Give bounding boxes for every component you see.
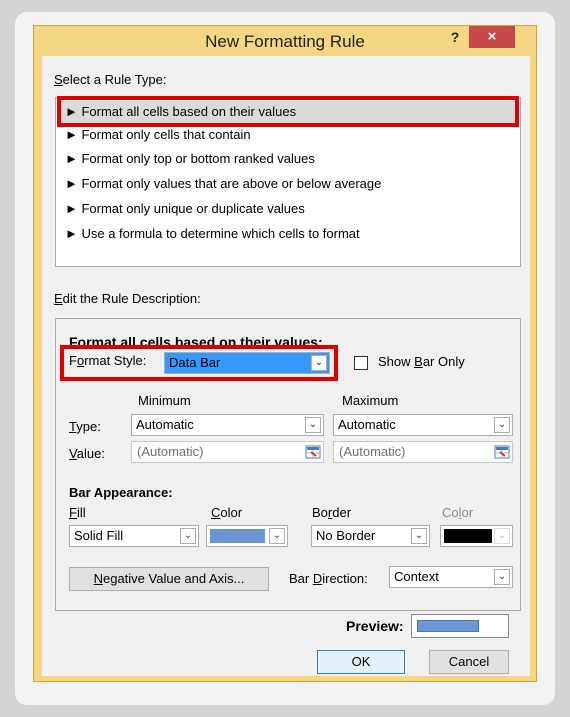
cancel-button[interactable]: Cancel [429,650,509,674]
chevron-down-icon[interactable]: ⌄ [269,528,285,544]
edit-rule-description-label-text: dit the Rule Description: [62,291,201,306]
value-label: Value: [69,446,105,461]
maximum-header: Maximum [342,393,399,408]
preview-box [411,614,509,638]
fill-color-picker[interactable]: ⌄ [206,525,288,547]
fill-label: Fill [69,505,86,520]
fill-type-value: Solid Fill [74,528,124,543]
maximum-type-value: Automatic [338,417,396,432]
chevron-down-icon[interactable]: ⌄ [411,528,427,544]
border-type-value: No Border [316,528,376,543]
rule-type-item[interactable]: ► Use a formula to determine which cells… [61,223,515,245]
edit-rule-description-label: Edit the Rule Description: [54,291,201,306]
fill-type-dropdown[interactable]: Solid Fill ⌄ [69,525,199,547]
type-label: Type: [69,419,101,434]
rule-type-item[interactable]: ► Format only cells that contain [61,124,515,146]
edit-rule-description-label-mnemonic: E [54,291,63,306]
bar-direction-dropdown[interactable]: Context ⌄ [389,566,513,588]
border-color-picker[interactable]: ⌄ [440,525,513,547]
dialog-content: Select a Rule Type: ► Format all cells b… [42,56,530,676]
chevron-down-icon[interactable]: ⌄ [494,569,510,585]
minimum-value-text: (Automatic) [137,444,204,459]
title-bar: New Formatting Rule ? × [34,26,536,56]
maximum-value-field[interactable]: (Automatic) [333,441,513,463]
minimum-type-value: Automatic [136,417,194,432]
select-rule-type-label: Select a Rule Type: [54,72,167,87]
show-bar-only-label: Show Bar Only [378,354,465,369]
range-picker-icon[interactable] [305,444,321,460]
select-rule-type-label-text: elect a Rule Type: [62,72,167,87]
rule-type-item[interactable]: ► Format only values that are above or b… [61,173,515,195]
chevron-down-icon[interactable]: ⌄ [494,417,510,433]
ok-button[interactable]: OK [317,650,405,674]
fill-color-swatch [210,529,265,543]
minimum-value-field[interactable]: (Automatic) [131,441,324,463]
show-bar-only-checkbox[interactable] [354,356,368,370]
new-formatting-rule-dialog: New Formatting Rule ? × Select a Rule Ty… [33,25,537,682]
border-color-label: Color [442,505,474,520]
preview-data-bar [417,620,479,632]
minimum-header: Minimum [138,393,191,408]
close-button[interactable]: × [469,26,515,48]
format-style-highlight [60,345,338,381]
border-color-swatch [444,529,492,543]
bar-appearance-heading: Bar Appearance: [69,485,173,500]
negative-value-axis-button[interactable]: Negative Value and Axis... [69,567,269,591]
rule-description-panel: Format all cells based on their values: … [55,318,521,611]
fill-color-label: Color [211,505,243,520]
bar-direction-label: Bar Direction: [289,571,368,586]
range-picker-icon[interactable] [494,444,510,460]
rule-type-item[interactable]: ► Format only top or bottom ranked value… [61,148,515,170]
select-rule-type-label-mnemonic: S [54,72,63,87]
minimum-type-dropdown[interactable]: Automatic ⌄ [131,414,324,436]
bar-direction-value: Context [394,569,439,584]
border-label: Border [312,505,352,520]
maximum-value-text: (Automatic) [339,444,406,459]
help-button[interactable]: ? [442,26,468,50]
chevron-down-icon[interactable]: ⌄ [180,528,196,544]
preview-label: Preview: [346,618,404,634]
chevron-down-icon[interactable]: ⌄ [305,417,321,433]
chevron-down-icon[interactable]: ⌄ [494,528,510,544]
rule-type-item[interactable]: ► Format only unique or duplicate values [61,198,515,220]
maximum-type-dropdown[interactable]: Automatic ⌄ [333,414,513,436]
border-type-dropdown[interactable]: No Border ⌄ [311,525,430,547]
selected-rule-highlight [57,96,519,127]
